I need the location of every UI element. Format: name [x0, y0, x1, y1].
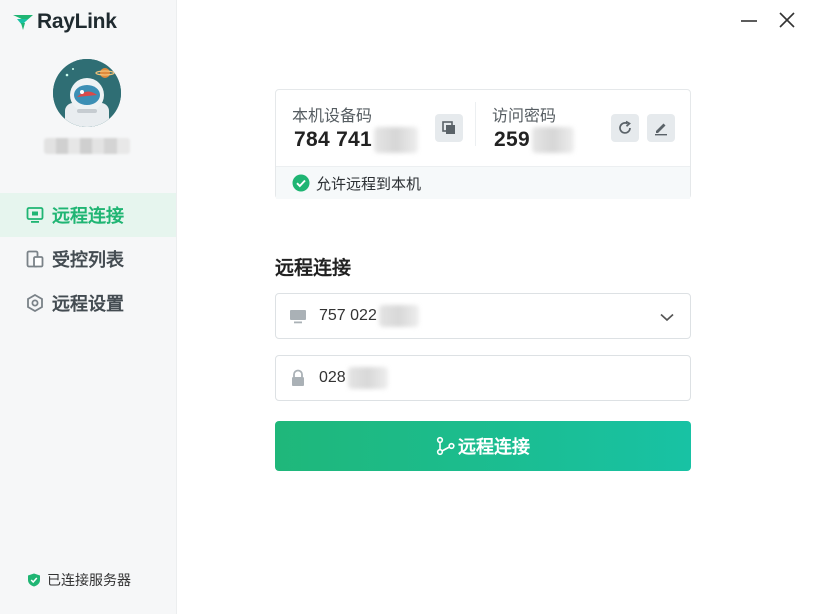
remote-connect-button-label: 远程连接 — [458, 437, 530, 457]
sidebar-item-label: 受控列表 — [52, 250, 124, 270]
avatar[interactable] — [53, 59, 121, 127]
sidebar-item-controlled-list[interactable]: 受控列表 — [0, 237, 176, 281]
device-info-card: 本机设备码 784 741 访问密码 259 允许远程到本机 — [275, 89, 691, 199]
access-password-value: 259 — [494, 128, 530, 151]
device-code-input-value: 757 022 — [319, 307, 377, 324]
device-code-input[interactable]: 757 022 — [275, 293, 691, 339]
password-input-value: 028 — [319, 369, 346, 386]
close-button[interactable] — [777, 10, 797, 30]
edit-pencil-icon — [655, 123, 667, 136]
refresh-password-button[interactable] — [611, 114, 639, 142]
sidebar-item-label: 远程连接 — [52, 206, 124, 226]
astronaut-avatar-icon — [53, 59, 121, 127]
device-code-label: 本机设备码 — [292, 108, 373, 125]
sidebar-item-remote-settings[interactable]: 远程设置 — [0, 281, 176, 325]
close-icon — [779, 12, 795, 28]
connect-section-title: 远程连接 — [275, 258, 352, 279]
edit-password-button[interactable] — [647, 114, 675, 142]
password-input-redacted — [347, 367, 388, 389]
server-status: 已连接服务器 — [27, 570, 131, 590]
refresh-icon — [619, 120, 631, 134]
lock-icon — [289, 369, 307, 387]
connect-nodes-icon — [436, 436, 455, 456]
copy-icon — [442, 121, 455, 134]
logo: RayLink — [12, 10, 117, 34]
minimize-icon — [741, 20, 757, 22]
sidebar-item-remote-connect[interactable]: 远程连接 — [0, 193, 176, 237]
settings-hexagon-icon — [26, 294, 44, 312]
allow-remote-text: 允许远程到本机 — [316, 175, 422, 193]
username-redacted — [44, 138, 130, 154]
password-input[interactable]: 028 — [275, 355, 691, 401]
access-password-redacted — [532, 127, 574, 153]
monitor-icon — [26, 206, 44, 224]
copy-button[interactable] — [435, 114, 463, 142]
devices-icon — [26, 250, 44, 268]
divider — [475, 102, 476, 146]
raylink-logo-icon — [13, 15, 33, 30]
allow-remote-row: 允许远程到本机 — [276, 166, 690, 199]
remote-connect-button[interactable]: 远程连接 — [275, 421, 691, 471]
check-circle-icon[interactable] — [292, 174, 310, 192]
sidebar-nav: 远程连接 受控列表 远程设置 — [0, 193, 176, 325]
logo-text: RayLink — [37, 10, 117, 33]
device-code-value: 784 741 — [294, 128, 373, 151]
minimize-button[interactable] — [739, 10, 759, 30]
device-code-redacted — [374, 127, 418, 153]
device-code-input-redacted — [378, 305, 419, 327]
monitor-icon — [289, 307, 307, 325]
server-status-text: 已连接服务器 — [47, 572, 131, 588]
shield-check-icon — [28, 573, 40, 587]
chevron-down-icon[interactable] — [658, 308, 676, 326]
access-password-label: 访问密码 — [492, 108, 557, 125]
sidebar-item-label: 远程设置 — [52, 294, 124, 314]
sidebar: RayLink 远程连接 受控列表 远程设置 已连接服务器 — [0, 0, 177, 614]
